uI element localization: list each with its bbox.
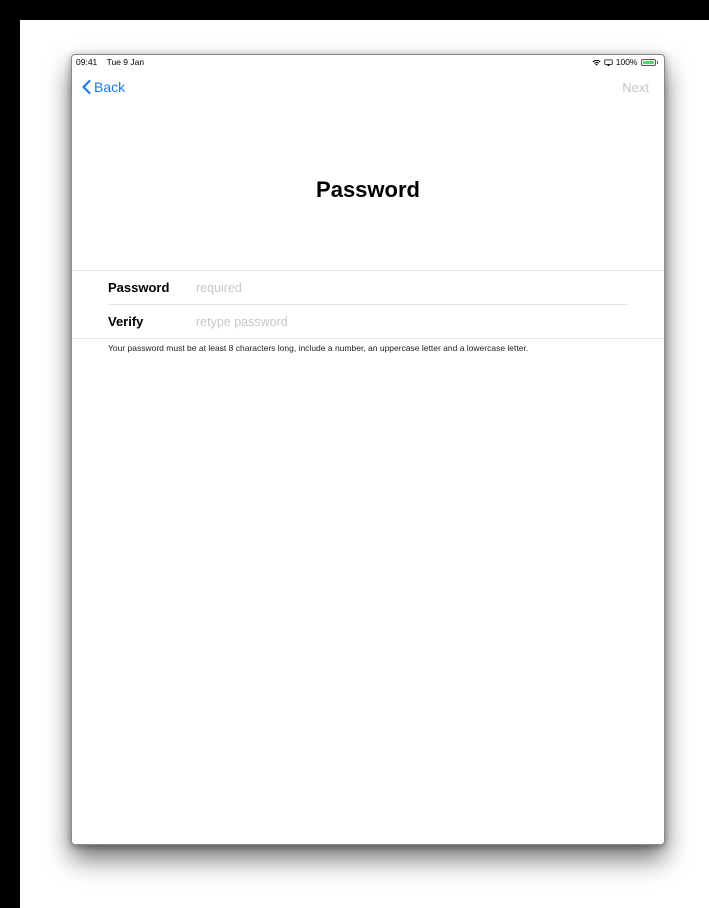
chevron-left-icon [82, 80, 91, 94]
battery-percent: 100% [615, 57, 638, 67]
screen-mirroring-icon [604, 59, 613, 66]
status-time: 09:41 [76, 57, 98, 67]
battery-cap [656, 60, 658, 64]
verify-input[interactable] [196, 314, 628, 329]
canvas-background: 09:41 Tue 9 Jan 100% Back Next Password … [20, 20, 709, 908]
verify-label: Verify [108, 314, 144, 329]
password-input[interactable] [196, 280, 628, 295]
password-label: Password [108, 280, 170, 295]
status-date: Tue 9 Jan [106, 57, 145, 67]
password-form: Password Verify [72, 270, 664, 339]
back-button[interactable]: Back [82, 79, 125, 95]
password-row: Password [108, 271, 628, 305]
status-right: 100% [592, 57, 658, 67]
device-screen: 09:41 Tue 9 Jan 100% Back Next Password … [71, 54, 665, 845]
password-hint: Your password must be at least 8 charact… [108, 343, 529, 353]
battery-fill [642, 60, 654, 64]
status-bar: 09:41 Tue 9 Jan 100% [72, 55, 664, 69]
back-label: Back [94, 79, 126, 95]
wifi-icon [592, 59, 601, 66]
next-button[interactable]: Next [622, 80, 649, 95]
verify-row: Verify [108, 305, 628, 338]
battery-icon [640, 58, 656, 66]
navigation-bar: Back Next [72, 79, 664, 99]
status-left: 09:41 Tue 9 Jan [76, 57, 144, 67]
page-title: Password [316, 177, 420, 202]
